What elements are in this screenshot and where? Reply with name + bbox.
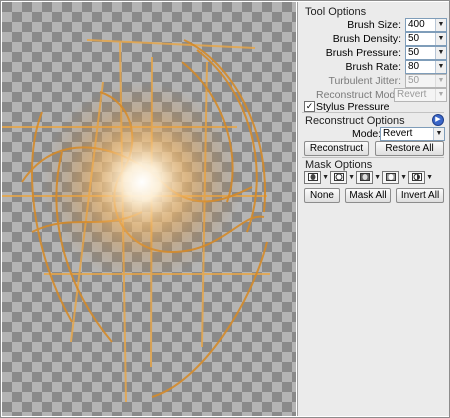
brush-size-label: Brush Size:	[347, 19, 401, 31]
invert-all-button[interactable]: Invert All	[396, 188, 444, 203]
turbulent-jitter-value: 50	[408, 75, 420, 86]
info-icon[interactable]: ▶	[432, 114, 444, 126]
brush-density-value: 50	[408, 33, 420, 44]
mask-add-button[interactable]: ▼	[330, 170, 355, 184]
mask-all-button[interactable]: Mask All	[345, 188, 391, 203]
reconstruct-mode-select: Revert ▼	[394, 88, 447, 102]
chevron-down-icon: ▼	[400, 173, 407, 181]
chevron-down-icon: ▼	[348, 173, 355, 181]
chevron-down-icon[interactable]: ▼	[433, 128, 444, 140]
brush-rate-value: 80	[408, 61, 420, 72]
reconstruct-button[interactable]: Reconstruct	[304, 141, 369, 156]
options-panel: Tool Options Brush Size: 400 ▼ Brush Den…	[297, 2, 449, 416]
chevron-down-icon: ▼	[322, 173, 329, 181]
mask-replace-icon	[304, 170, 322, 184]
stylus-pressure-checkbox[interactable]: ✓	[304, 101, 315, 112]
reconstruct-options-title: Reconstruct Options	[305, 115, 405, 127]
turbulent-jitter-field: 50 ▼	[405, 74, 447, 88]
chevron-down-icon[interactable]: ▼	[435, 19, 446, 31]
reconstruct-mode-value: Revert	[397, 89, 427, 100]
mask-subtract-button[interactable]: ▼	[356, 170, 381, 184]
chevron-down-icon[interactable]: ▼	[435, 61, 446, 73]
brush-rate-label: Brush Rate:	[345, 61, 401, 73]
mask-subtract-icon	[356, 170, 374, 184]
brush-rate-field[interactable]: 80 ▼	[405, 60, 447, 74]
mode-value: Revert	[383, 128, 413, 139]
chevron-down-icon: ▼	[435, 75, 446, 87]
turbulent-jitter-label: Turbulent Jitter:	[328, 75, 401, 87]
chevron-down-icon[interactable]: ▼	[435, 47, 446, 59]
reconstruct-mode-label: Reconstruct Mode:	[316, 89, 405, 101]
brush-pressure-field[interactable]: 50 ▼	[405, 46, 447, 60]
mask-add-icon	[330, 170, 348, 184]
mode-select[interactable]: Revert ▼	[380, 127, 445, 141]
none-button[interactable]: None	[304, 188, 340, 203]
brush-size-field[interactable]: 400 ▼	[405, 18, 447, 32]
mask-replace-button[interactable]: ▼	[304, 170, 329, 184]
tool-options-title: Tool Options	[305, 6, 367, 18]
brush-density-label: Brush Density:	[332, 33, 401, 45]
mask-invert-button[interactable]: ▼	[408, 170, 433, 184]
glow-artwork	[2, 39, 270, 403]
brush-pressure-value: 50	[408, 47, 420, 58]
mask-intersect-button[interactable]: ▼	[382, 170, 407, 184]
brush-density-field[interactable]: 50 ▼	[405, 32, 447, 46]
brush-size-value: 400	[408, 19, 425, 30]
preview-canvas[interactable]	[2, 2, 296, 416]
liquify-window: Tool Options Brush Size: 400 ▼ Brush Den…	[0, 0, 450, 418]
brush-pressure-label: Brush Pressure:	[325, 47, 401, 59]
mode-label: Mode:	[352, 128, 382, 140]
chevron-down-icon: ▼	[426, 173, 433, 181]
mask-intersect-icon	[382, 170, 400, 184]
restore-all-button[interactable]: Restore All	[375, 141, 444, 156]
chevron-down-icon: ▼	[374, 173, 381, 181]
chevron-down-icon: ▼	[435, 89, 446, 101]
mask-options-title: Mask Options	[305, 159, 373, 171]
divider	[302, 157, 444, 158]
chevron-down-icon[interactable]: ▼	[435, 33, 446, 45]
mask-invert-icon	[408, 170, 426, 184]
divider	[302, 112, 444, 113]
